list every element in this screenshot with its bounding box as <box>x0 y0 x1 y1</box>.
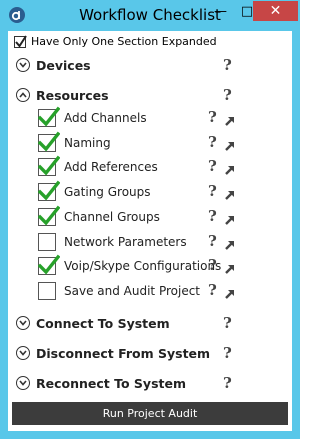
item-label: Gating Groups <box>64 185 151 199</box>
item-checkbox[interactable] <box>38 131 60 152</box>
section-reconnect-to-system[interactable]: Reconnect To System <box>16 373 186 393</box>
checkmark-icon <box>38 131 60 152</box>
item-checkbox[interactable] <box>38 205 60 226</box>
help-icon[interactable]: ? <box>223 56 232 74</box>
checklist-item[interactable]: Network Parameters <box>38 231 187 253</box>
item-label: Network Parameters <box>64 235 187 249</box>
item-label: Voip/Skype Configurations <box>64 259 222 273</box>
chevron-down-icon[interactable] <box>16 316 30 330</box>
section-disconnect-from-system[interactable]: Disconnect From System <box>16 343 210 363</box>
workflow-checklist-window: Workflow Checklist — □ ✕ Have Only One S… <box>0 0 300 439</box>
navigate-arrow-icon[interactable] <box>224 112 236 131</box>
checklist-item[interactable]: Add References <box>38 155 158 178</box>
help-icon[interactable]: ? <box>208 207 217 225</box>
checklist-item[interactable]: Add Channels <box>38 106 147 129</box>
title-bar[interactable]: Workflow Checklist — □ ✕ <box>0 0 300 30</box>
help-icon[interactable]: ? <box>208 108 217 126</box>
navigate-arrow-icon[interactable] <box>224 186 236 205</box>
navigate-arrow-icon[interactable] <box>224 236 236 255</box>
section-resources[interactable]: Resources <box>16 85 109 105</box>
checklist-item[interactable]: Voip/Skype Configurations <box>38 254 222 277</box>
single-expand-label: Have Only One Section Expanded <box>31 35 217 48</box>
item-checkbox[interactable] <box>38 180 60 201</box>
item-label: Channel Groups <box>64 210 160 224</box>
section-resources-label: Resources <box>36 87 109 103</box>
single-expand-option[interactable]: Have Only One Section Expanded <box>14 34 217 48</box>
navigate-arrow-icon[interactable] <box>224 260 236 279</box>
help-icon[interactable]: ? <box>223 86 232 104</box>
help-icon[interactable]: ? <box>208 232 217 250</box>
navigate-arrow-icon[interactable] <box>224 285 236 304</box>
section-reconnect-label: Reconnect To System <box>36 375 186 391</box>
help-icon[interactable]: ? <box>208 157 217 175</box>
checkmark-icon <box>38 254 60 275</box>
checkmark-icon <box>38 180 60 201</box>
navigate-arrow-icon[interactable] <box>224 211 236 230</box>
help-icon[interactable]: ? <box>223 314 232 332</box>
checklist-item[interactable]: Gating Groups <box>38 180 151 203</box>
checkmark-icon <box>38 205 60 226</box>
section-disconnect-label: Disconnect From System <box>36 345 211 361</box>
item-checkbox[interactable] <box>38 155 60 176</box>
checklist-item[interactable]: Save and Audit Project <box>38 280 200 302</box>
checkmark-icon <box>38 155 60 176</box>
help-icon[interactable]: ? <box>223 374 232 392</box>
navigate-arrow-icon[interactable] <box>224 161 236 180</box>
item-checkbox[interactable] <box>38 254 60 275</box>
chevron-up-icon[interactable] <box>16 88 30 102</box>
help-icon[interactable]: ? <box>223 344 232 362</box>
section-devices[interactable]: Devices <box>16 55 91 75</box>
help-icon[interactable]: ? <box>208 133 217 151</box>
chevron-down-icon[interactable] <box>16 376 30 390</box>
help-icon[interactable]: ? <box>208 281 217 299</box>
checklist-panel: Have Only One Section Expanded Devices ?… <box>8 31 292 431</box>
chevron-down-icon[interactable] <box>16 346 30 360</box>
run-project-audit-button[interactable]: Run Project Audit <box>12 402 288 425</box>
section-devices-label: Devices <box>36 57 91 73</box>
minimize-button[interactable]: — <box>207 1 234 21</box>
checkmark-icon <box>38 106 60 127</box>
help-icon[interactable]: ? <box>208 256 217 274</box>
item-checkbox[interactable] <box>38 233 56 251</box>
section-connect-to-system[interactable]: Connect To System <box>16 313 170 333</box>
item-label: Add References <box>64 160 158 174</box>
navigate-arrow-icon[interactable] <box>224 137 236 156</box>
item-label: Naming <box>64 136 111 150</box>
item-label: Save and Audit Project <box>64 284 201 298</box>
checkmark-icon <box>15 34 27 48</box>
chevron-down-icon[interactable] <box>16 58 30 72</box>
close-button[interactable]: ✕ <box>253 1 298 21</box>
item-label: Add Channels <box>64 111 147 125</box>
single-expand-checkbox[interactable] <box>14 34 27 48</box>
item-checkbox[interactable] <box>38 282 56 300</box>
checklist-item[interactable]: Channel Groups <box>38 205 160 228</box>
item-checkbox[interactable] <box>38 106 60 127</box>
section-connect-label: Connect To System <box>36 315 170 331</box>
help-icon[interactable]: ? <box>208 182 217 200</box>
checklist-item[interactable]: Naming <box>38 131 111 154</box>
